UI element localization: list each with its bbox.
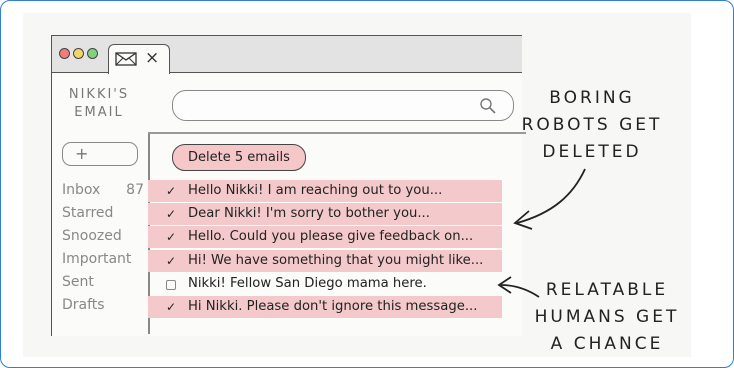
logo-line-1: NIKKI'S: [68, 87, 130, 102]
email-row[interactable]: ✓ Dear Nikki! I'm sorry to bother you...: [148, 203, 502, 226]
email-row[interactable]: ✓ Hi! We have something that you might l…: [148, 249, 502, 272]
sidebar-item-label: Sent: [62, 274, 94, 290]
email-row[interactable]: Nikki! Fellow San Diego mama here.: [148, 273, 502, 295]
title-bar: ×: [52, 36, 522, 74]
email-subject: Hi! We have something that you might lik…: [188, 252, 484, 268]
search-input[interactable]: [172, 90, 514, 121]
unread-count: 87: [126, 182, 144, 198]
browser-window: × NIKKI'S EMAIL + Inbox 87 Starred Snooz…: [51, 35, 526, 336]
sidebar-item-snoozed[interactable]: Snoozed: [62, 228, 148, 251]
annotation-line: RELATABLE: [545, 280, 669, 300]
email-checkbox[interactable]: ✓: [166, 255, 176, 267]
sidebar-item-label: Inbox: [62, 182, 101, 198]
email-subject: Hello. Could you please give feedback on…: [188, 229, 474, 245]
annotation-line: DELETED: [542, 142, 642, 162]
email-checkbox[interactable]: [166, 279, 176, 290]
email-checkbox[interactable]: ✓: [166, 208, 176, 220]
minimize-window-dot[interactable]: [73, 48, 84, 59]
content-divider: [148, 132, 526, 134]
annotation-line: BORING: [549, 88, 635, 108]
sidebar-item-drafts[interactable]: Drafts: [62, 297, 148, 320]
envelope-icon: [115, 52, 137, 66]
annotation-line: ROBOTS GET: [521, 115, 663, 135]
email-row[interactable]: ✓ Hi Nikki. Please don't ignore this mes…: [148, 295, 502, 318]
email-checkbox[interactable]: ✓: [166, 231, 176, 243]
maximize-window-dot[interactable]: [87, 48, 98, 59]
sidebar-item-sent[interactable]: Sent: [62, 274, 148, 297]
annotation-boring-robots: BORING ROBOTS GET DELETED: [517, 85, 667, 166]
sidebar-item-starred[interactable]: Starred: [62, 205, 148, 228]
email-checkbox[interactable]: ✓: [166, 301, 176, 313]
sidebar-item-label: Starred: [62, 205, 114, 221]
email-row[interactable]: ✓ Hello. Could you please give feedback …: [148, 226, 502, 249]
app-logo: NIKKI'S EMAIL: [58, 86, 140, 122]
compose-button[interactable]: +: [62, 142, 138, 166]
sidebar-item-label: Drafts: [62, 297, 105, 313]
email-row[interactable]: ✓ Hello Nikki! I am reaching out to you.…: [148, 180, 502, 202]
email-subject: Nikki! Fellow San Diego mama here.: [188, 275, 427, 291]
annotation-line: HUMANS GET: [534, 307, 680, 327]
sidebar-item-label: Snoozed: [62, 228, 122, 244]
email-subject: Dear Nikki! I'm sorry to bother you...: [188, 206, 430, 222]
logo-line-2: EMAIL: [74, 105, 124, 120]
sidebar-nav: Inbox 87 Starred Snoozed Important Sent …: [62, 182, 148, 320]
close-window-dot[interactable]: [59, 48, 70, 59]
illustration-frame: × NIKKI'S EMAIL + Inbox 87 Starred Snooz…: [0, 0, 734, 368]
delete-emails-button[interactable]: Delete 5 emails: [172, 144, 306, 171]
annotation-relatable-humans: RELATABLE HUMANS GET A CHANCE: [525, 277, 689, 358]
close-tab-icon[interactable]: ×: [145, 48, 159, 68]
annotation-line: A CHANCE: [550, 334, 664, 354]
sidebar-item-inbox[interactable]: Inbox 87: [62, 182, 148, 205]
email-checkbox[interactable]: ✓: [166, 185, 176, 197]
sidebar-item-important[interactable]: Important: [62, 251, 148, 274]
email-subject: Hi Nikki. Please don't ignore this messa…: [188, 298, 478, 314]
email-subject: Hello Nikki! I am reaching out to you...: [188, 183, 443, 198]
browser-tab[interactable]: ×: [108, 44, 170, 74]
sidebar-item-label: Important: [62, 251, 132, 267]
search-icon: [480, 98, 496, 114]
email-list: ✓ Hello Nikki! I am reaching out to you.…: [148, 180, 502, 319]
